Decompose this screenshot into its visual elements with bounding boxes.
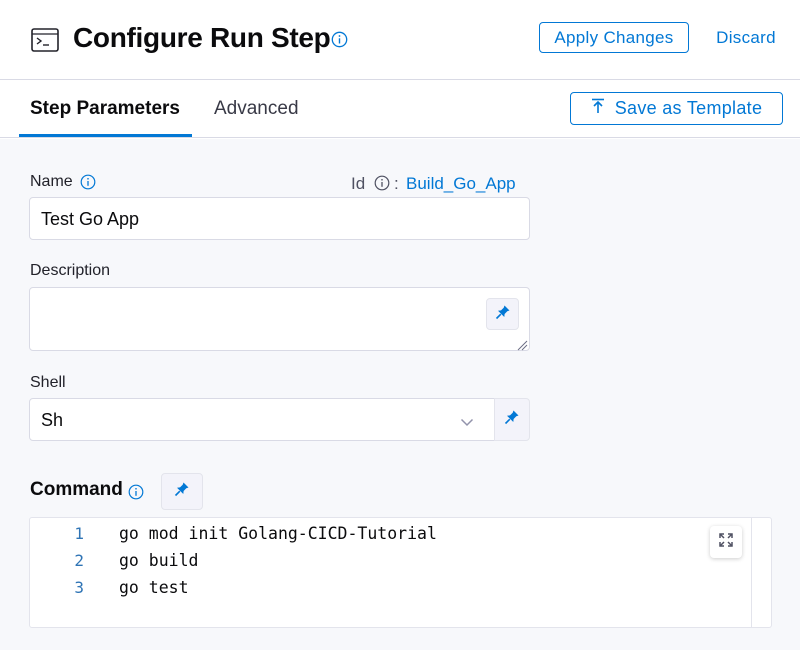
- step-parameters-panel: Name Id : Build_Go_App Test Go App Descr…: [0, 139, 800, 650]
- shell-select-value: Sh: [41, 410, 64, 430]
- pin-button[interactable]: [486, 298, 519, 330]
- name-label: Name: [30, 173, 73, 190]
- shell-select[interactable]: Sh: [29, 398, 495, 441]
- tab-advanced[interactable]: Advanced: [214, 98, 299, 120]
- line-number: 2: [74, 551, 84, 570]
- name-field[interactable]: Test Go App: [29, 197, 530, 240]
- command-editor[interactable]: 1 go mod init Golang-CICD-Tutorial 2 go …: [29, 517, 772, 628]
- active-tab-indicator: [19, 134, 192, 137]
- header: Configure Run Step Apply Changes Discard: [0, 0, 800, 80]
- info-icon[interactable]: [331, 31, 348, 48]
- editor-scrollbar[interactable]: [751, 518, 752, 627]
- tab-step-parameters[interactable]: Step Parameters: [30, 98, 180, 120]
- code-line[interactable]: go test: [119, 578, 189, 597]
- description-field[interactable]: [29, 287, 530, 351]
- id-label: Id: [351, 174, 366, 193]
- save-as-template-label: Save as Template: [614, 98, 763, 118]
- chevron-down-icon[interactable]: [460, 414, 474, 432]
- shell-label: Shell: [30, 374, 66, 391]
- code-line[interactable]: go build: [119, 551, 198, 570]
- pin-icon: [174, 481, 190, 502]
- tab-bar: Step Parameters Advanced Save as Templat…: [0, 80, 800, 138]
- discard-button[interactable]: Discard: [706, 22, 786, 53]
- info-icon[interactable]: [128, 484, 144, 500]
- pin-button[interactable]: [161, 473, 203, 510]
- description-label: Description: [30, 262, 111, 279]
- info-icon[interactable]: [374, 175, 390, 191]
- resize-handle-icon[interactable]: [516, 338, 528, 356]
- pin-icon: [495, 304, 511, 325]
- id-separator: :: [394, 174, 399, 193]
- code-line[interactable]: go mod init Golang-CICD-Tutorial: [119, 524, 437, 543]
- pin-button[interactable]: [494, 398, 530, 441]
- pin-icon: [504, 409, 520, 430]
- line-number: 3: [74, 578, 84, 597]
- save-as-template-button[interactable]: Save as Template: [570, 92, 783, 125]
- page-title: Configure Run Step: [73, 22, 331, 53]
- id-value[interactable]: Build_Go_App: [406, 174, 516, 194]
- command-label: Command: [30, 479, 123, 500]
- line-number: 1: [74, 524, 84, 543]
- terminal-icon: [31, 28, 59, 52]
- info-icon[interactable]: [80, 174, 96, 190]
- name-field-value: Test Go App: [41, 209, 140, 229]
- expand-icon: [719, 532, 733, 552]
- apply-changes-button[interactable]: Apply Changes: [539, 22, 689, 53]
- upload-icon: [591, 98, 605, 119]
- expand-editor-button[interactable]: [710, 526, 742, 558]
